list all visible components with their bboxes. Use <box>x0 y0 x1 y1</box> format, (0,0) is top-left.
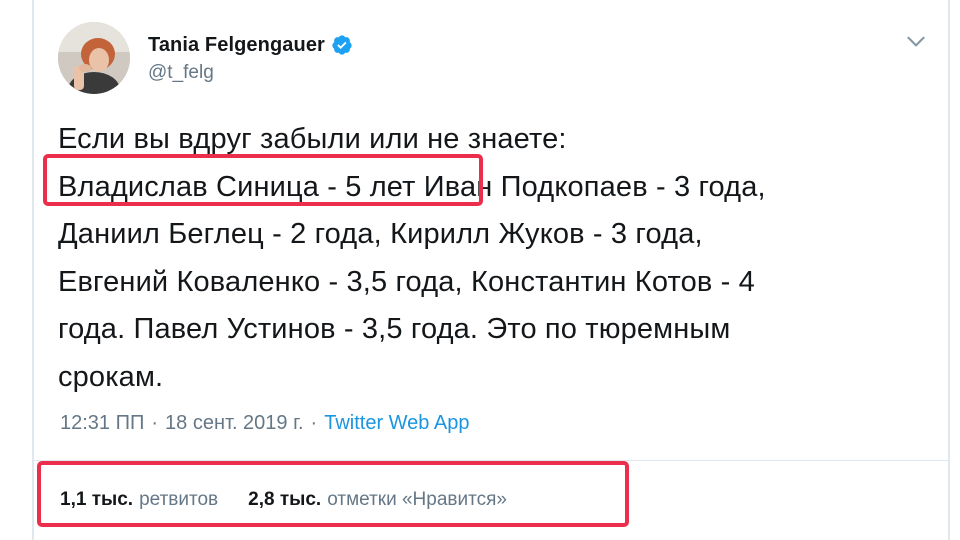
tweet-text-line: срокам. <box>58 360 164 393</box>
tweet-time[interactable]: 12:31 ПП <box>60 412 144 435</box>
likes-count: 2,8 тыс. <box>248 489 322 510</box>
tweet-date[interactable]: 18 сент. 2019 г. <box>165 412 304 435</box>
avatar-image <box>58 22 130 94</box>
tweet-meta: 12:31 ПП · 18 сент. 2019 г. · Twitter We… <box>60 412 469 435</box>
retweets-count: 1,1 тыс. <box>60 489 134 510</box>
card-border-left <box>32 0 34 540</box>
tweet-text-line: Даниил Беглец - 2 года, Кирилл Жуков - 3… <box>58 218 703 250</box>
tweet-text-line: Евгений Коваленко - 3,5 года, Константин… <box>58 265 755 298</box>
divider <box>34 460 948 461</box>
display-name[interactable]: Tania Felgengauer <box>148 34 325 57</box>
author-handle[interactable]: @t_felg <box>148 62 214 84</box>
retweets-stat[interactable]: 1,1 тыс. ретвитов <box>60 489 218 511</box>
tweet-text-line: года. Павел Устинов - 3,5 года. Это по т… <box>58 313 731 345</box>
meta-separator: · <box>310 412 318 434</box>
tweet-stats: 1,1 тыс. ретвитов 2,8 тыс. отметки «Нрав… <box>60 489 507 511</box>
tweet-source-link[interactable]: Twitter Web App <box>324 412 469 435</box>
tweet-text-line: Владислав Синица - 5 лет Иван Подкопаев … <box>58 170 766 203</box>
tweet-screenshot: Tania Felgengauer @t_felg Если вы вдруг … <box>0 0 960 540</box>
card-border-right <box>948 0 950 540</box>
chevron-down-icon[interactable] <box>903 28 929 54</box>
avatar[interactable] <box>58 22 130 94</box>
likes-stat[interactable]: 2,8 тыс. отметки «Нравится» <box>248 489 507 511</box>
likes-label: отметки «Нравится» <box>327 489 507 510</box>
verified-badge-icon <box>331 34 353 56</box>
meta-separator: · <box>151 412 159 434</box>
tweet-text-line: Если вы вдруг забыли или не знаете: <box>58 123 567 155</box>
author-name-row[interactable]: Tania Felgengauer <box>148 31 353 59</box>
retweets-label: ретвитов <box>139 489 219 510</box>
tweet-text: Если вы вдруг забыли или не знаете: Влад… <box>58 116 938 401</box>
